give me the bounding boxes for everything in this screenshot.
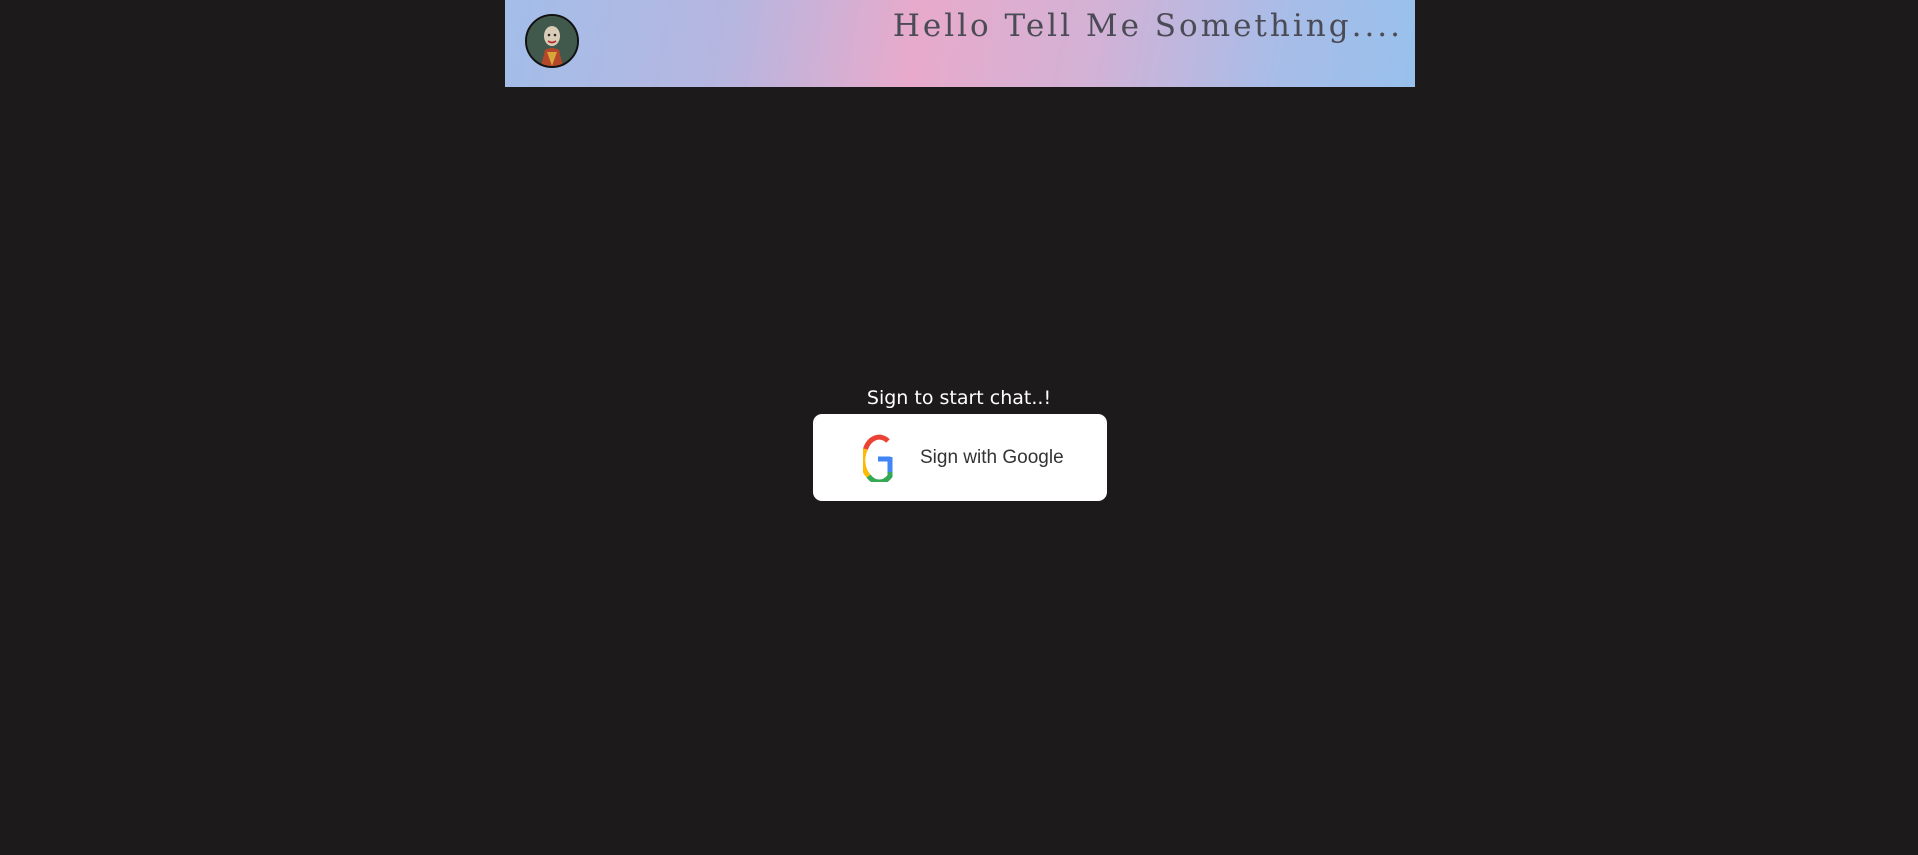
- top-header: Hello Tell Me Something....: [505, 0, 1415, 87]
- avatar[interactable]: [525, 14, 579, 68]
- google-icon: [863, 434, 893, 482]
- joker-avatar-icon: [527, 16, 577, 66]
- header-title: Hello Tell Me Something....: [892, 8, 1403, 44]
- sign-in-with-google-button[interactable]: Sign with Google: [813, 414, 1107, 501]
- sign-in-prompt: Sign to start chat..!: [866, 387, 1052, 409]
- google-button-label: Sign with Google: [920, 447, 1064, 468]
